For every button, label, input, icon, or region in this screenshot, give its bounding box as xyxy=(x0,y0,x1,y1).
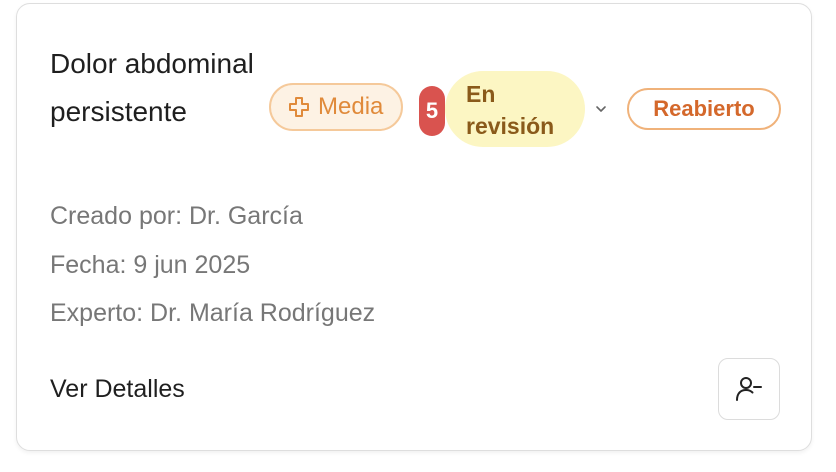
priority-badge: Media xyxy=(269,83,404,131)
plus-icon xyxy=(289,97,309,117)
status-label-line2: revisión xyxy=(466,113,555,139)
status-badge[interactable]: En revisión xyxy=(445,71,585,147)
priority-label: Media xyxy=(318,93,384,120)
reopened-badge: Reabierto xyxy=(627,88,781,130)
chevron-down-icon[interactable] xyxy=(594,102,608,116)
view-details-link[interactable]: Ver Detalles xyxy=(50,375,185,404)
assigned-expert: Experto: Dr. María Rodríguez xyxy=(50,299,376,327)
case-card: Dolor abdominal persistente Media 5 En r… xyxy=(16,3,812,451)
user-minus-icon xyxy=(736,377,762,401)
created-by: Creado por: Dr. García xyxy=(50,202,303,230)
count-badge: 5 xyxy=(419,86,445,136)
unassign-expert-button[interactable] xyxy=(718,358,780,420)
case-date: Fecha: 9 jun 2025 xyxy=(50,251,251,279)
case-title: Dolor abdominal persistente xyxy=(50,48,254,127)
status-label-line1: En xyxy=(466,81,496,107)
